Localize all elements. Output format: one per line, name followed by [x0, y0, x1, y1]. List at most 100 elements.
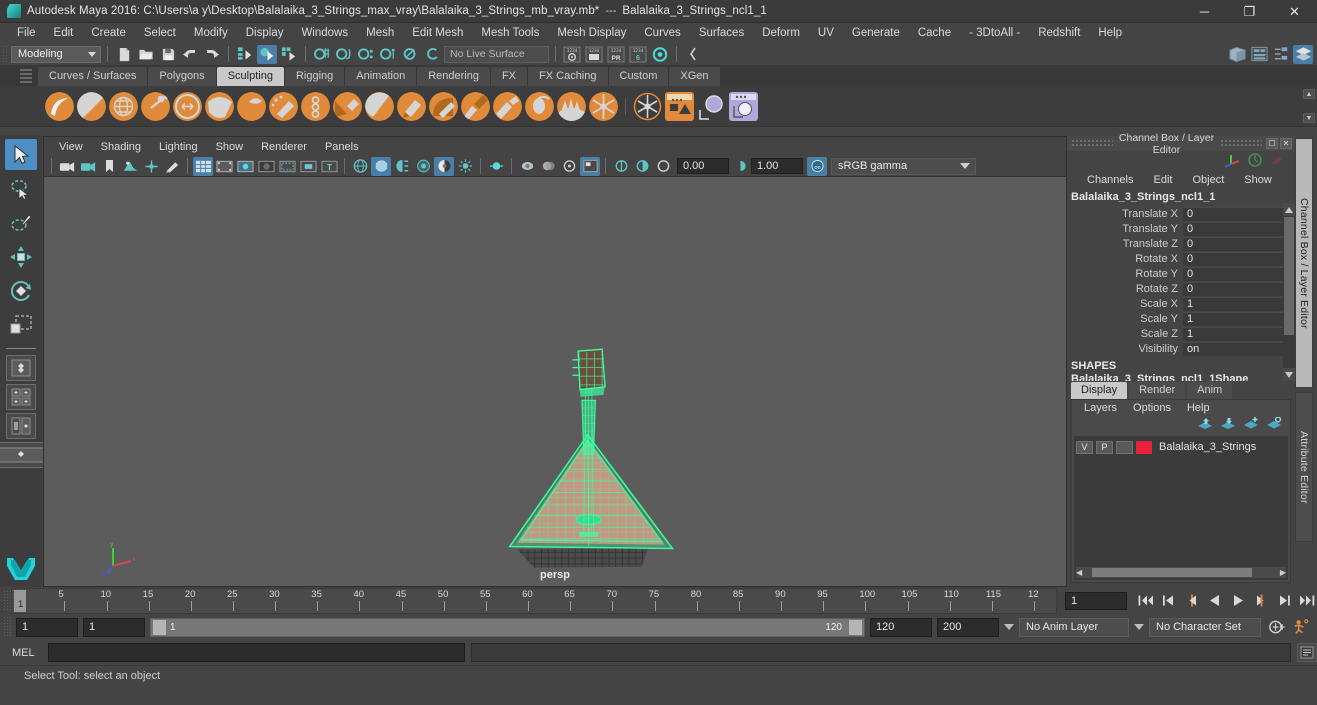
shelf-tab-sculpting[interactable]: Sculpting — [216, 67, 284, 86]
play-backwards-button[interactable] — [1204, 591, 1225, 611]
anim-end-field[interactable]: 120 — [870, 617, 932, 637]
scroll-up-arrow-icon[interactable] — [1283, 203, 1295, 216]
shelf-tab-animation[interactable]: Animation — [345, 67, 417, 86]
paint-select-tool-button[interactable] — [5, 207, 37, 238]
channel-box-red-icon[interactable] — [1269, 152, 1285, 171]
attribute-editor-panel-button[interactable] — [1249, 45, 1269, 64]
time-slider[interactable]: 1 5 10 15 20 25 30 35 40 45 50 55 60 65 70 75 80 85 90 95 1… — [11, 587, 1057, 614]
freeze-tool-icon[interactable] — [589, 91, 618, 121]
shelf-tab-fx-caching[interactable]: FX Caching — [528, 67, 608, 86]
viewport-3d-canvas[interactable]: y x z persp — [44, 177, 1066, 586]
channel-box-scrollbar[interactable] — [1283, 203, 1295, 381]
select-by-object-type-button[interactable] — [257, 44, 277, 64]
shadows-icon[interactable] — [434, 156, 454, 176]
hscroll-right-arrow-icon[interactable]: ▶ — [1280, 568, 1286, 577]
go-to-end-button[interactable] — [1296, 591, 1317, 611]
channel-box-settings-icon[interactable] — [1247, 152, 1263, 171]
range-slider-grip[interactable] — [3, 616, 11, 638]
rotate-tool-button[interactable] — [5, 275, 37, 306]
bulge-tool-icon[interactable] — [525, 91, 554, 121]
select-by-component-type-button[interactable] — [279, 45, 299, 64]
move-layer-up-icon[interactable] — [1197, 417, 1213, 433]
shelf-tab-rigging[interactable]: Rigging — [284, 67, 345, 86]
color-space-combo[interactable]: sRGB gamma — [831, 157, 976, 175]
side-tab-channel-box[interactable]: Channel Box / Layer Editor — [1295, 138, 1313, 388]
channel-box-menu-channels[interactable]: Channels — [1077, 172, 1143, 188]
relax-tool-icon[interactable] — [109, 91, 138, 121]
channel-value-field[interactable]: 1 — [1183, 296, 1295, 311]
menu-create[interactable]: Create — [82, 24, 135, 42]
wireframe-shading-icon[interactable] — [350, 157, 370, 176]
xray-icon[interactable] — [538, 157, 558, 176]
knife-tool-icon[interactable] — [461, 91, 490, 121]
repeat-tool-icon[interactable] — [301, 91, 330, 121]
play-forwards-button[interactable] — [1227, 591, 1248, 611]
menu-edit-mesh[interactable]: Edit Mesh — [403, 24, 472, 42]
close-button[interactable]: ✕ — [1272, 0, 1317, 23]
grid-toggle-icon[interactable] — [193, 156, 213, 176]
viewport-display-mode-icon[interactable] — [580, 156, 600, 176]
select-by-hierarchy-button[interactable] — [235, 45, 255, 64]
shelf-scroll-up-icon[interactable]: ▲ — [1303, 89, 1315, 99]
shelf-tab-xgen[interactable]: XGen — [669, 67, 720, 86]
viewport-menu-panels[interactable]: Panels — [316, 139, 368, 155]
menu-edit[interactable]: Edit — [45, 24, 83, 42]
film-gate-display-icon[interactable] — [277, 157, 297, 176]
viewport-menu-view[interactable]: View — [50, 139, 92, 155]
sculpt-tool-icon[interactable] — [45, 91, 74, 121]
pinch-tool-icon[interactable] — [173, 91, 202, 121]
make-live-button[interactable] — [422, 45, 442, 64]
menu-deform[interactable]: Deform — [753, 24, 809, 42]
snap-to-grid-button[interactable] — [312, 45, 332, 64]
step-forward-frame-button[interactable] — [1250, 591, 1271, 611]
channel-value-field[interactable]: 0 — [1183, 236, 1295, 251]
camera-attributes-icon[interactable] — [78, 157, 98, 176]
amplify-tool-icon[interactable] — [557, 91, 586, 121]
smooth-shade-all-icon[interactable] — [371, 156, 391, 176]
character-set-chevron-icon[interactable] — [1134, 624, 1144, 630]
toggle-status-line-button[interactable] — [683, 45, 703, 64]
anim-layer-field[interactable]: No Anim Layer — [1019, 617, 1129, 637]
exposure-value-field[interactable]: 0.00 — [677, 158, 729, 174]
wax-tool-icon[interactable] — [365, 91, 394, 121]
auto-key-button[interactable] — [1266, 618, 1286, 637]
spray-tool-icon[interactable] — [269, 91, 298, 121]
channel-box-panel-button[interactable] — [1293, 44, 1313, 64]
scroll-down-arrow-icon[interactable] — [1283, 368, 1295, 381]
grab-tool-icon[interactable] — [141, 91, 170, 121]
move-layer-down-icon[interactable] — [1220, 417, 1236, 433]
view-transform-icon[interactable] — [653, 157, 673, 176]
menu-redshift[interactable]: Redshift — [1029, 24, 1089, 42]
scale-tool-button[interactable] — [5, 309, 37, 340]
render-sequence-button[interactable]: 1234 6 — [628, 45, 648, 64]
maximize-button[interactable]: ❐ — [1227, 0, 1272, 23]
create-new-layer-icon[interactable] — [1243, 417, 1259, 433]
layer-tab-display[interactable]: Display — [1071, 382, 1128, 399]
hscroll-thumb[interactable] — [1092, 568, 1253, 577]
smooth-tool-icon[interactable] — [77, 91, 106, 121]
film-gate-icon[interactable] — [214, 157, 234, 176]
menu-mesh[interactable]: Mesh — [357, 24, 403, 42]
layer-tab-anim[interactable]: Anim — [1187, 382, 1233, 399]
channel-value-field[interactable]: 0 — [1183, 206, 1295, 221]
viewport-menu-lighting[interactable]: Lighting — [150, 139, 207, 155]
panel-grip-icon-right[interactable] — [1220, 139, 1262, 148]
fill-tool-icon[interactable] — [429, 91, 458, 121]
layer-playback-toggle[interactable]: P — [1096, 440, 1113, 454]
mirror-sculpt-icon[interactable] — [697, 91, 726, 121]
live-surface-field[interactable]: No Live Surface — [444, 45, 549, 63]
undo-button[interactable] — [180, 45, 200, 64]
shelf-tab-rendering[interactable]: Rendering — [417, 67, 490, 86]
channel-value-field[interactable]: 0 — [1183, 266, 1295, 281]
channel-value-field[interactable]: 0 — [1183, 251, 1295, 266]
grease-pencil-icon[interactable] — [162, 157, 182, 176]
layer-list-hscrollbar[interactable]: ◀ ▶ — [1076, 567, 1286, 578]
menu-select[interactable]: Select — [135, 24, 185, 42]
menu-windows[interactable]: Windows — [292, 24, 357, 42]
anim-start-field[interactable]: 1 — [83, 617, 145, 637]
gate-mask-icon[interactable] — [256, 157, 276, 176]
safe-action-icon[interactable] — [298, 157, 318, 176]
gamma-icon[interactable] — [632, 157, 652, 176]
flatten-tool-icon[interactable] — [205, 91, 234, 121]
use-all-lights-icon[interactable] — [413, 157, 433, 176]
